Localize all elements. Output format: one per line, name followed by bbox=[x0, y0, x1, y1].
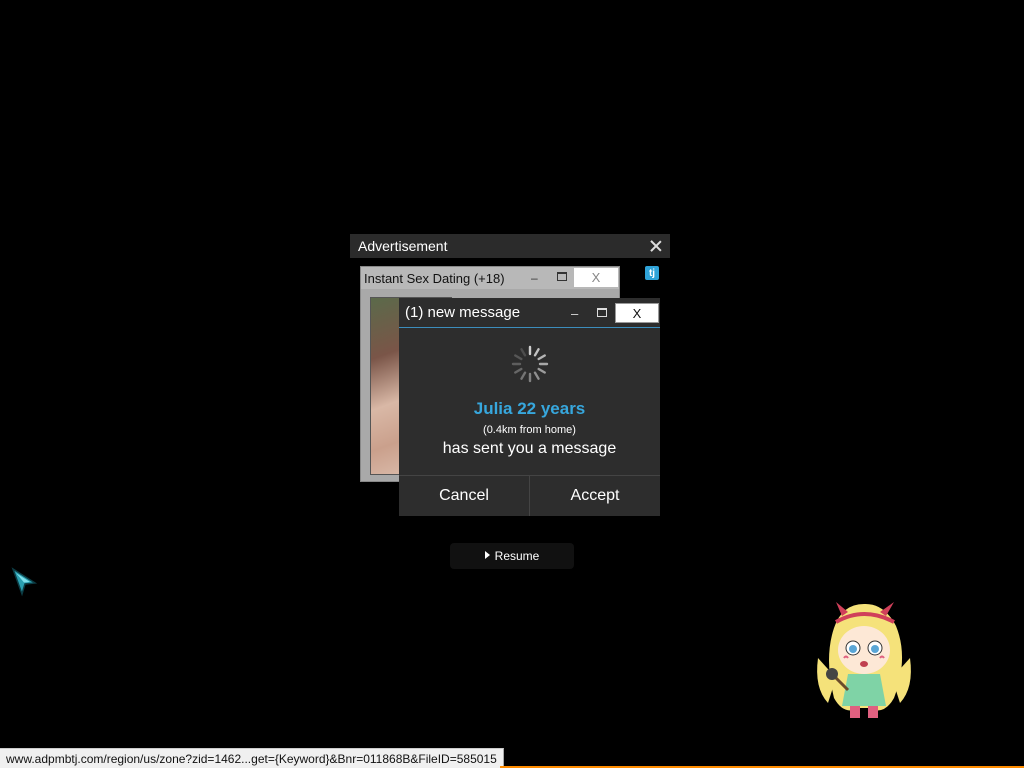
accept-button[interactable]: Accept bbox=[529, 476, 660, 516]
dating-ad-titlebar: Instant Sex Dating (+18) ‒ X bbox=[361, 267, 619, 289]
resume-label: Resume bbox=[494, 549, 540, 563]
dating-ad-close-button[interactable]: X bbox=[574, 268, 618, 287]
play-icon bbox=[484, 551, 490, 559]
dating-ad-title: Instant Sex Dating (+18) bbox=[364, 270, 505, 286]
sender-name: Julia 22 years bbox=[473, 399, 586, 418]
cancel-button[interactable]: Cancel bbox=[399, 476, 529, 516]
maximize-icon[interactable] bbox=[557, 272, 567, 281]
message-titlebar: (1) new message ‒ X bbox=[399, 298, 660, 328]
minimize-icon[interactable]: ‒ bbox=[571, 306, 578, 321]
maximize-icon[interactable] bbox=[597, 308, 607, 317]
close-icon[interactable] bbox=[648, 238, 664, 254]
message-popup: (1) new message ‒ X Julia 22 years (0.4k… bbox=[399, 298, 660, 516]
message-text: has sent you a message bbox=[442, 440, 617, 457]
advertisement-titlebar: Advertisement bbox=[350, 234, 670, 258]
tj-logo-icon[interactable]: tj bbox=[645, 266, 659, 280]
sender-distance: (0.4km from home) bbox=[483, 424, 576, 436]
loading-spinner-icon bbox=[511, 345, 549, 383]
message-close-button[interactable]: X bbox=[615, 303, 659, 323]
status-url: www.adpmbtj.com/region/us/zone?zid=1462.… bbox=[6, 751, 497, 766]
message-actions: Cancel Accept bbox=[399, 475, 660, 516]
resume-button[interactable]: Resume bbox=[450, 543, 574, 569]
status-bar: www.adpmbtj.com/region/us/zone?zid=1462.… bbox=[0, 748, 504, 768]
minimize-icon[interactable]: ‒ bbox=[531, 271, 538, 285]
message-title: (1) new message bbox=[405, 304, 521, 321]
cartoon-character-icon bbox=[817, 602, 911, 718]
mouse-cursor-icon bbox=[11, 567, 37, 597]
advertisement-title: Advertisement bbox=[358, 238, 448, 254]
